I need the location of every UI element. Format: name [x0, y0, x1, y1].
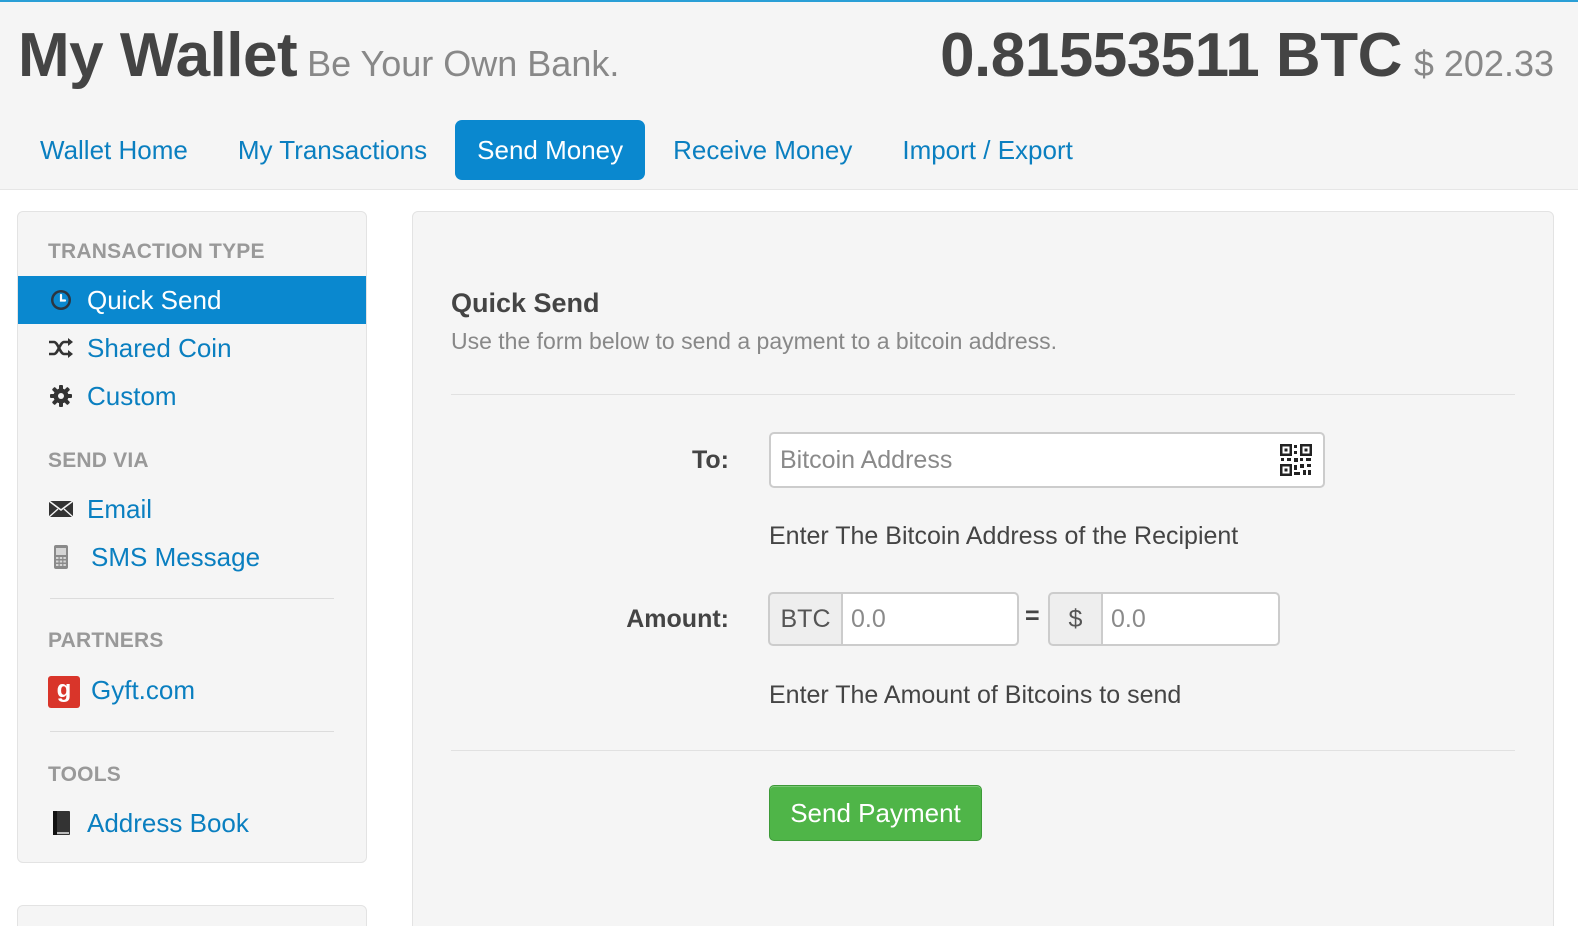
sidebar-item-gyft[interactable]: g Gyft.com [18, 666, 366, 714]
send-via-heading: SEND VIA [48, 449, 149, 472]
amount-label: Amount: [626, 605, 729, 633]
usd-amount-input[interactable] [1101, 592, 1280, 646]
bitcoin-address-input[interactable] [769, 432, 1325, 488]
partners-heading: PARTNERS [48, 629, 164, 652]
balance-usd: $ 202.33 [1413, 43, 1554, 84]
phone-icon [48, 545, 74, 569]
app-tagline: Be Your Own Bank. [307, 43, 620, 84]
sidebar-item-label: Shared Coin [87, 333, 232, 363]
balance-btc: 0.81553511 BTC [940, 21, 1402, 90]
clock-icon [48, 288, 74, 312]
envelope-icon [48, 497, 74, 521]
sidebar-item-custom[interactable]: Custom [18, 372, 366, 420]
tab-import-export[interactable]: Import / Export [880, 120, 1095, 180]
tab-my-transactions[interactable]: My Transactions [216, 120, 449, 180]
sidebar-item-label: Address Book [87, 808, 249, 838]
panel-divider [451, 750, 1515, 751]
sidebar-item-label: Custom [87, 381, 177, 411]
tab-send-money[interactable]: Send Money [455, 120, 646, 180]
sidebar-item-shared-coin[interactable]: Shared Coin [18, 324, 366, 372]
sidebar-item-email[interactable]: Email [18, 485, 366, 533]
shuffle-icon [48, 336, 74, 360]
panel-divider [451, 394, 1515, 395]
tab-receive-money[interactable]: Receive Money [651, 120, 874, 180]
sidebar-item-sms-message[interactable]: SMS Message [18, 533, 366, 581]
tab-wallet-home[interactable]: Wallet Home [18, 120, 210, 180]
equals-sign: = [1025, 602, 1040, 630]
quick-send-panel: Quick Send Use the form below to send a … [412, 211, 1554, 926]
sidebar-item-address-book[interactable]: Address Book [18, 799, 366, 847]
sidebar-item-label: Gyft.com [91, 675, 196, 705]
main-nav: Wallet Home My Transactions Send Money R… [18, 120, 1101, 180]
sidebar-divider [50, 598, 334, 599]
panel-subtitle: Use the form below to send a payment to … [451, 328, 1057, 354]
amount-help-text: Enter The Amount of Bitcoins to send [769, 681, 1182, 709]
qr-code-icon[interactable] [1279, 443, 1313, 477]
usd-addon: $ [1048, 592, 1103, 646]
address-help-text: Enter The Bitcoin Address of the Recipie… [769, 522, 1239, 550]
btc-addon: BTC [768, 592, 843, 646]
gear-icon [48, 384, 74, 408]
sidebar-divider [50, 731, 334, 732]
panel-title: Quick Send [451, 288, 600, 318]
gyft-logo-icon: g [48, 676, 80, 708]
send-payment-button[interactable]: Send Payment [769, 785, 982, 841]
sidebar-item-label: SMS Message [91, 542, 261, 572]
header: My Wallet Be Your Own Bank. 0.81553511 BT… [0, 2, 1578, 190]
app-title: My Wallet [18, 21, 298, 90]
balance: 0.81553511 BTC $ 202.33 [940, 20, 1554, 91]
brand: My Wallet Be Your Own Bank. [18, 20, 619, 91]
sidebar-item-label: Email [87, 494, 153, 524]
tools-heading: TOOLS [48, 763, 121, 786]
sidebar: TRANSACTION TYPE Quick Send Shared Coin … [17, 211, 367, 863]
btc-amount-input[interactable] [841, 592, 1019, 646]
book-icon [48, 811, 74, 835]
sidebar-item-quick-send[interactable]: Quick Send [18, 276, 366, 324]
to-label: To: [691, 446, 729, 474]
sidebar-item-label: Quick Send [87, 285, 222, 315]
transaction-type-heading: TRANSACTION TYPE [48, 240, 265, 263]
gyft-logo-letter: g [48, 676, 80, 708]
sidebar-secondary-panel [17, 905, 367, 926]
